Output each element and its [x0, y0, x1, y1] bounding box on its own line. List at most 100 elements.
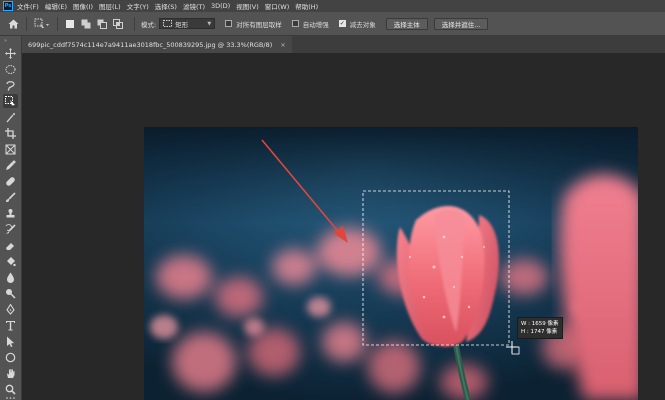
document-tab-title: 699pic_cddf7574c114e7a9411ae3018fbc_5008… — [28, 40, 273, 49]
move-tool[interactable] — [3, 46, 18, 60]
options-bar: 模式: 矩形 ▼ 对所有图层取样 自动增强 ✓ 减去对象 选择主体 选择并遮住.… — [0, 12, 665, 36]
zoom-tool-icon — [5, 384, 16, 395]
dodge-tool[interactable] — [3, 286, 18, 300]
blur-tool[interactable] — [3, 270, 18, 284]
menu-image[interactable]: 图像(I) — [73, 1, 93, 11]
auto-enhance-checkbox[interactable]: 自动增强 — [291, 19, 329, 29]
tool-preset-picker[interactable] — [33, 17, 51, 31]
separator — [26, 16, 27, 31]
paint-bucket-tool-icon — [7, 256, 16, 266]
home-icon — [8, 19, 18, 28]
tools-panel: » — [0, 36, 22, 400]
mode-label: 模式: — [141, 20, 157, 29]
menu-type[interactable]: 文字(Y) — [127, 1, 149, 11]
eraser-tool-icon — [6, 242, 14, 250]
photoshop-logo: Ps — [3, 1, 13, 11]
blur-tool-icon — [7, 272, 14, 283]
menu-layer[interactable]: 图层(L) — [99, 1, 121, 11]
document-tab-bar: 699pic_cddf7574c114e7a9411ae3018fbc_5008… — [22, 36, 665, 53]
subtract-selection-button[interactable] — [96, 18, 107, 29]
eyedropper-tool-icon — [6, 160, 16, 170]
move-tool-icon — [5, 47, 16, 59]
history-brush-tool[interactable] — [3, 222, 18, 236]
select-subject-button[interactable]: 选择主体 — [385, 17, 428, 30]
add-selection-button[interactable] — [80, 18, 91, 29]
more-tools[interactable] — [3, 396, 18, 400]
zoom-tool[interactable] — [3, 382, 18, 396]
menu-bar: Ps 文件(F) 编辑(E) 图像(I) 图层(L) 文字(Y) 选择(S) 滤… — [0, 0, 665, 12]
spot-healing-tool-icon — [6, 176, 15, 186]
rectangle-tool-icon — [5, 352, 16, 362]
add-selection-icon — [81, 19, 90, 28]
menu-window[interactable]: 窗口(W) — [265, 1, 290, 11]
rectangle-tool[interactable] — [3, 350, 18, 364]
separator — [134, 16, 135, 31]
document-tab[interactable]: 699pic_cddf7574c114e7a9411ae3018fbc_5008… — [22, 36, 292, 53]
type-tool[interactable] — [3, 318, 18, 332]
intersect-selection-button[interactable] — [112, 18, 123, 29]
pen-tool-icon — [6, 303, 15, 315]
marquee-tool-icon — [5, 64, 16, 74]
object-selection-tool-icon — [5, 95, 15, 105]
home-button[interactable] — [6, 17, 20, 31]
auto-enhance-box[interactable] — [291, 20, 299, 27]
sample-all-layers-label: 对所有图层取样 — [236, 20, 282, 29]
clone-stamp-tool[interactable] — [3, 206, 18, 220]
intersect-selection-icon — [112, 18, 123, 29]
menu-view[interactable]: 视图(V) — [236, 1, 259, 11]
selection-size-readout: W : 1659 像素 H : 1747 像素 — [517, 317, 563, 339]
brush-tool[interactable] — [3, 190, 18, 204]
selection-height: H : 1747 像素 — [521, 329, 558, 335]
separator — [57, 16, 58, 31]
menu-help[interactable]: 帮助(H) — [295, 1, 318, 11]
path-selection-tool[interactable] — [3, 334, 18, 348]
menu-edit[interactable]: 编辑(E) — [45, 1, 67, 11]
chevron-down-icon: ▼ — [207, 20, 212, 27]
subtract-target-checkbox[interactable]: ✓ 减去对象 — [338, 19, 376, 29]
eyedropper-tool[interactable] — [3, 158, 18, 172]
frame-tool-icon — [5, 144, 16, 154]
subtract-target-box[interactable]: ✓ — [338, 20, 346, 27]
marquee-tool[interactable] — [3, 62, 18, 76]
document-image[interactable] — [144, 127, 638, 400]
select-and-mask-button[interactable]: 选择并遮住... — [433, 17, 489, 30]
menu-select[interactable]: 选择(S) — [155, 1, 177, 11]
hand-tool-icon — [7, 368, 15, 378]
subtract-selection-icon — [97, 19, 107, 29]
lasso-tool[interactable] — [3, 78, 18, 92]
type-tool-icon — [6, 320, 15, 330]
rectangle-mode-icon — [163, 20, 173, 27]
menu-filter[interactable]: 滤镜(T) — [183, 1, 205, 11]
pen-tool[interactable] — [3, 302, 18, 316]
auto-enhance-label: 自动增强 — [302, 20, 329, 29]
object-selection-icon — [34, 18, 49, 28]
more-tools-icon — [6, 397, 15, 399]
brush-tool-icon — [6, 191, 16, 202]
panel-collapse-icon[interactable]: » — [4, 38, 7, 44]
close-icon[interactable]: × — [280, 41, 285, 49]
magic-wand-tool[interactable] — [3, 110, 18, 124]
mode-select[interactable]: 矩形 ▼ — [159, 18, 216, 29]
sample-all-layers-box[interactable] — [225, 20, 233, 27]
new-selection-button[interactable] — [64, 18, 75, 29]
sample-all-layers-checkbox[interactable]: 对所有图层取样 — [225, 19, 282, 29]
tulip-photo — [144, 127, 638, 400]
frame-tool[interactable] — [3, 142, 18, 156]
paint-bucket-tool[interactable] — [3, 254, 18, 268]
dodge-tool-icon — [6, 288, 16, 299]
path-selection-tool-icon — [7, 336, 14, 347]
subtract-target-label: 减去对象 — [349, 20, 376, 29]
spot-healing-tool[interactable] — [3, 174, 18, 188]
eraser-tool[interactable] — [3, 238, 18, 252]
crop-tool-icon — [5, 127, 16, 139]
lasso-tool-icon — [6, 80, 15, 91]
history-brush-tool-icon — [5, 223, 16, 234]
object-selection-tool[interactable] — [3, 94, 18, 108]
clone-stamp-tool-icon — [6, 208, 15, 217]
magic-wand-tool-icon — [6, 112, 15, 122]
crop-tool[interactable] — [3, 126, 18, 140]
selection-width: W : 1659 像素 — [521, 321, 559, 327]
menu-file[interactable]: 文件(F) — [17, 1, 39, 11]
hand-tool[interactable] — [3, 366, 18, 380]
menu-3d[interactable]: 3D(D) — [211, 2, 230, 10]
